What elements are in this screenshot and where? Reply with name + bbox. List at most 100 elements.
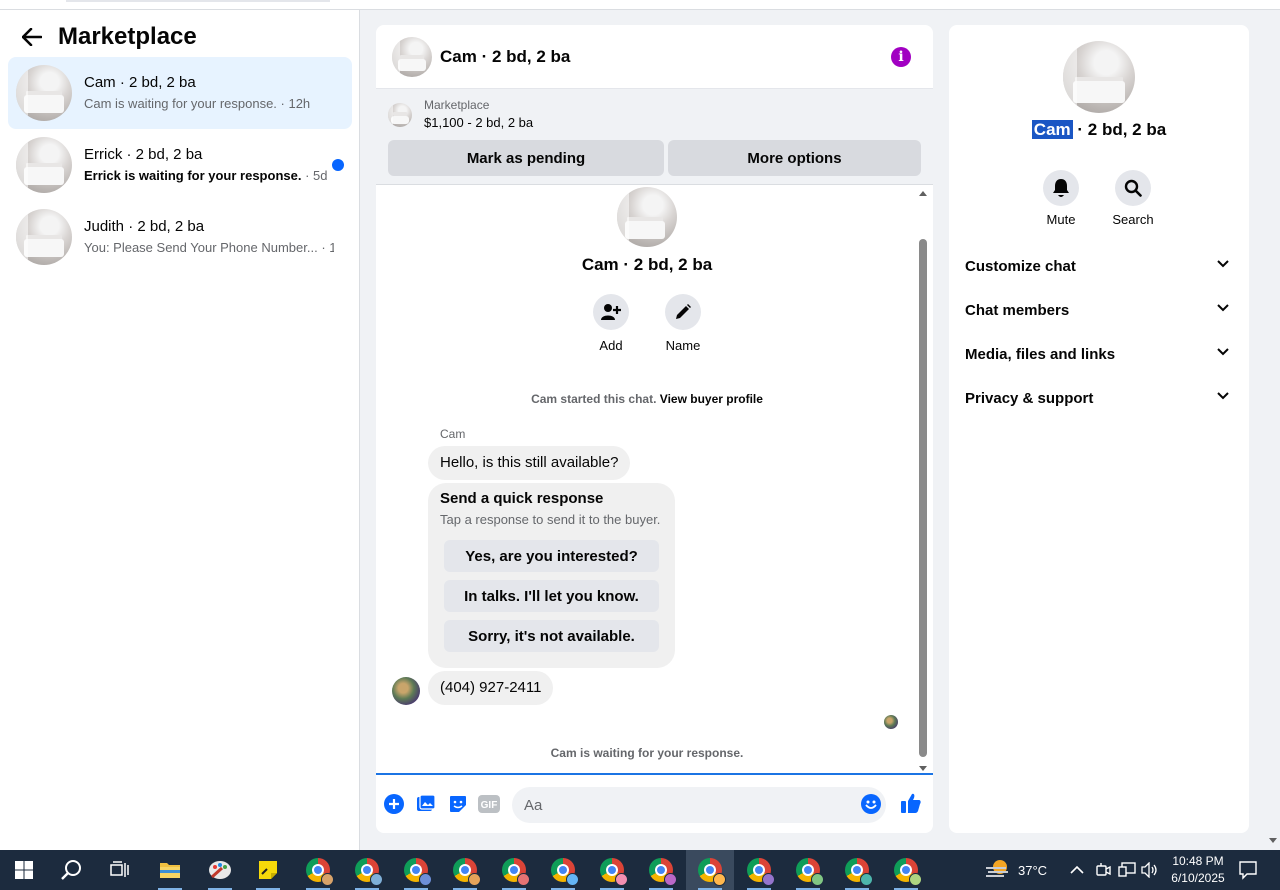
taskbar-search-button[interactable]	[48, 850, 96, 890]
section-label: Customize chat	[965, 257, 1076, 275]
chrome-profile-4[interactable]	[441, 850, 489, 890]
listing-price: $1,100 - 2 bd, 2 ba	[424, 115, 534, 130]
chrome-icon	[502, 858, 530, 886]
chrome-profile-5[interactable]	[490, 850, 538, 890]
windows-logo-icon	[15, 861, 33, 879]
chrome-profile-11[interactable]	[784, 850, 832, 890]
conversation-item-errick[interactable]: Errick · 2 bd, 2 ba Errick is waiting fo…	[8, 129, 352, 201]
back-arrow-icon[interactable]	[20, 25, 44, 49]
page-scroll-down-arrow-icon[interactable]	[1269, 838, 1277, 843]
chrome-profile-12[interactable]	[833, 850, 881, 890]
conversation-name: Errick · 2 bd, 2 ba	[84, 146, 203, 163]
customize-chat-section[interactable]: Customize chat	[957, 246, 1241, 286]
quick-response-option[interactable]: Yes, are you interested?	[444, 540, 659, 572]
paint-app-button[interactable]	[196, 850, 244, 890]
name-button[interactable]: Name	[653, 294, 713, 353]
chat-title[interactable]: Cam · 2 bd, 2 ba	[440, 47, 570, 67]
scroll-up-arrow-icon[interactable]	[919, 191, 927, 196]
chat-members-section[interactable]: Chat members	[957, 290, 1241, 330]
quick-response-option[interactable]: In talks. I'll let you know.	[444, 580, 659, 612]
weather-haze-icon	[986, 860, 1008, 877]
scrollbar-thumb[interactable]	[919, 239, 927, 757]
file-explorer-button[interactable]	[146, 850, 194, 890]
sender-avatar[interactable]	[392, 677, 420, 705]
chevron-up-icon	[1070, 865, 1084, 874]
chat-header: Cam · 2 bd, 2 ba i	[376, 25, 933, 89]
details-name: Cam · 2 bd, 2 ba	[949, 120, 1249, 140]
chrome-icon	[453, 858, 481, 886]
quick-response-subtitle: Tap a response to send it to the buyer.	[440, 512, 661, 527]
view-buyer-profile-link[interactable]: View buyer profile	[660, 392, 763, 406]
chrome-icon	[747, 858, 775, 886]
chat-scrollbar[interactable]	[918, 191, 928, 771]
scroll-down-arrow-icon[interactable]	[919, 766, 927, 771]
emoji-icon[interactable]	[860, 793, 882, 815]
sticky-notes-button[interactable]	[244, 850, 292, 890]
quick-response-option[interactable]: Sorry, it's not available.	[444, 620, 659, 652]
info-icon[interactable]: i	[891, 47, 911, 67]
meet-now-button[interactable]	[1095, 850, 1111, 890]
chrome-profile-7[interactable]	[588, 850, 636, 890]
preview-text: You: Please Send Your Phone Number...	[84, 240, 318, 255]
volume-button[interactable]	[1141, 850, 1159, 890]
weather-widget[interactable]: 37°C	[984, 850, 1047, 890]
like-icon[interactable]	[899, 791, 923, 815]
network-button[interactable]	[1118, 850, 1136, 890]
message-composer: GIF	[376, 773, 933, 833]
bell-icon	[1043, 170, 1079, 206]
mark-as-pending-button[interactable]: Mark as pending	[388, 140, 664, 176]
conversation-name: Cam · 2 bd, 2 ba	[84, 74, 196, 91]
add-button[interactable]: Add	[581, 294, 641, 353]
chrome-profile-3[interactable]	[392, 850, 440, 890]
search-label: Search	[1112, 212, 1154, 227]
media-files-links-section[interactable]: Media, files and links	[957, 334, 1241, 374]
chevron-down-icon	[1217, 392, 1229, 400]
sticky-note-icon	[259, 861, 277, 879]
chrome-profile-8[interactable]	[637, 850, 685, 890]
chrome-icon	[649, 858, 677, 886]
add-person-icon	[593, 294, 629, 330]
chrome-profile-6[interactable]	[539, 850, 587, 890]
chrome-profile-10[interactable]	[735, 850, 783, 890]
start-button[interactable]	[0, 850, 48, 890]
conversation-item-cam[interactable]: Cam · 2 bd, 2 ba Cam is waiting for your…	[8, 57, 352, 129]
notification-icon	[1239, 861, 1257, 880]
chrome-profile-1[interactable]	[294, 850, 342, 890]
gif-icon[interactable]: GIF	[478, 793, 500, 815]
more-options-button[interactable]: More options	[668, 140, 921, 176]
system-clock[interactable]: 10:48 PM 6/10/2025	[1160, 853, 1236, 887]
search-button[interactable]: Search	[1103, 170, 1163, 227]
photo-icon[interactable]	[415, 793, 437, 815]
chrome-icon	[404, 858, 432, 886]
task-view-button[interactable]	[96, 850, 144, 890]
chrome-icon	[551, 858, 579, 886]
plus-icon[interactable]	[383, 793, 405, 815]
privacy-support-section[interactable]: Privacy & support	[957, 378, 1241, 418]
conversation-preview: You: Please Send Your Phone Number... · …	[84, 239, 334, 257]
chrome-profile-2[interactable]	[343, 850, 391, 890]
notifications-button[interactable]	[1238, 850, 1258, 890]
chat-avatar[interactable]	[392, 36, 432, 77]
camera-icon	[1096, 863, 1111, 876]
chevron-down-icon	[1217, 260, 1229, 268]
seen-indicator-avatar	[884, 715, 898, 729]
conversation-item-judith[interactable]: Judith · 2 bd, 2 ba You: Please Send You…	[8, 201, 352, 273]
listing-label: Marketplace	[424, 98, 490, 112]
chrome-icon	[894, 858, 922, 886]
mute-button[interactable]: Mute	[1031, 170, 1091, 227]
listing-info[interactable]: Marketplace $1,100 - 2 bd, 2 ba	[388, 97, 533, 133]
chrome-icon	[698, 858, 726, 886]
chrome-profile-9-active[interactable]	[686, 850, 734, 890]
task-view-icon	[110, 861, 129, 877]
preview-text: Cam is waiting for your response.	[84, 96, 277, 111]
show-hidden-icons-button[interactable]	[1070, 850, 1084, 890]
message-input[interactable]	[512, 787, 886, 823]
conversation-preview: Cam is waiting for your response. · 12h	[84, 95, 334, 113]
listing-avatar	[16, 137, 72, 193]
details-name-rest: · 2 bd, 2 ba	[1072, 120, 1167, 139]
pencil-icon	[665, 294, 701, 330]
chrome-profile-13[interactable]	[882, 850, 930, 890]
sticker-icon[interactable]	[447, 793, 469, 815]
browser-top-strip	[0, 0, 1280, 10]
listing-bar: Marketplace $1,100 - 2 bd, 2 ba Mark as …	[376, 89, 933, 185]
